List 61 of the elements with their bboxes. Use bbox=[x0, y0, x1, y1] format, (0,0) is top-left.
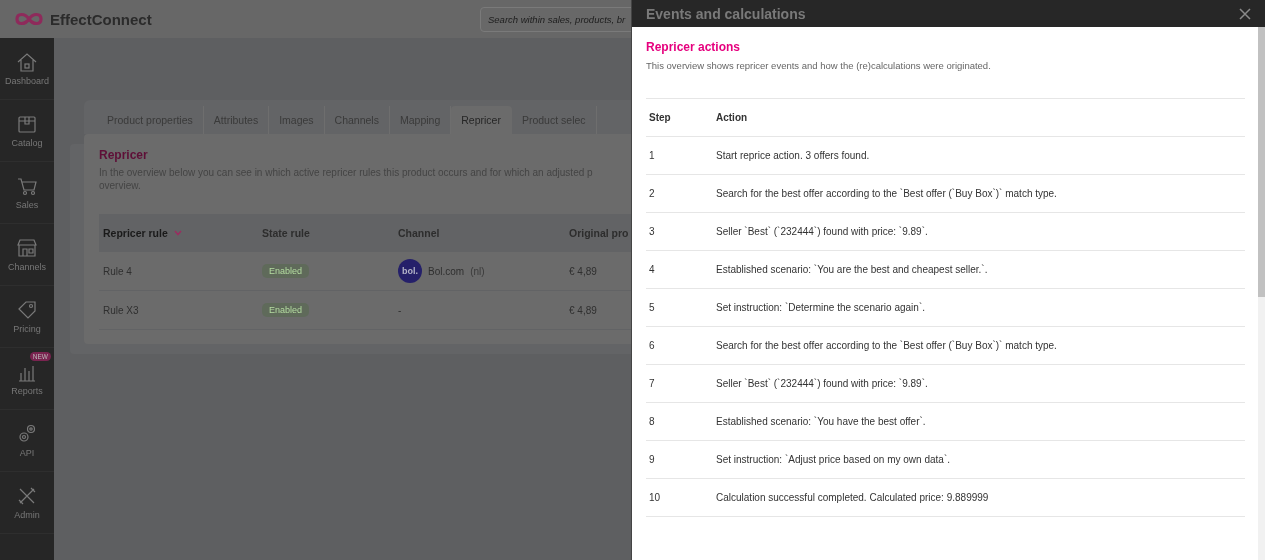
sidebar-label[interactable]: Catalog bbox=[11, 138, 43, 148]
status-badge: Enabled bbox=[262, 303, 310, 317]
step-number: 6 bbox=[649, 340, 655, 351]
store-icon bbox=[16, 237, 38, 259]
section-description: This overview shows repricer events and how the (re)calculations were originated. bbox=[646, 60, 992, 71]
step-number: 8 bbox=[649, 416, 655, 427]
column-header: Action bbox=[716, 112, 748, 123]
step-number: 4 bbox=[649, 264, 655, 275]
action-text: Seller `Best` (`232444`) found with price: `9.89`. bbox=[716, 378, 928, 389]
action-text: Start reprice action. 3 offers found. bbox=[716, 150, 870, 161]
action-text: Search for the best offer according to the `Best offer (`Buy Box`)` match type. bbox=[716, 340, 1057, 351]
action-text: Calculation successful completed. Calculated price: 9.889999 bbox=[716, 492, 989, 503]
column-header: Step bbox=[649, 112, 671, 123]
close-icon[interactable] bbox=[1239, 7, 1251, 20]
column-header[interactable]: State rule bbox=[262, 227, 310, 239]
action-text: Set instruction: `Determine the scenario again`. bbox=[716, 302, 925, 313]
infinity-logo-icon bbox=[14, 11, 44, 27]
action-text: Established scenario: `You are the best and cheapest seller.`. bbox=[716, 264, 988, 275]
channel-name: Bol.com bbox=[428, 265, 465, 277]
brand-name: EffectConnect bbox=[50, 10, 152, 28]
action-text: Seller `Best` (`232444`) found with price: `9.89`. bbox=[716, 226, 928, 237]
step-number: 1 bbox=[649, 150, 655, 161]
drawer-title: Events and calculations bbox=[646, 5, 806, 22]
table-cell: Rule 4 bbox=[103, 265, 132, 277]
search-field[interactable]: Search within sales, products, br bbox=[480, 6, 631, 32]
column-header[interactable]: Original pro bbox=[569, 227, 629, 239]
action-text: Established scenario: `You have the best offer`. bbox=[716, 416, 926, 427]
channel-logo: bol. bbox=[398, 259, 422, 283]
step-number: 2 bbox=[649, 188, 655, 199]
column-header[interactable]: Channel bbox=[398, 227, 440, 239]
sidebar-label[interactable]: Dashboard bbox=[5, 76, 49, 86]
table-cell: - bbox=[398, 304, 402, 316]
step-number: 10 bbox=[649, 492, 661, 503]
sidebar-label[interactable]: Sales bbox=[15, 200, 39, 210]
column-header[interactable]: Repricer rule bbox=[103, 227, 168, 239]
table-cell: Rule X3 bbox=[103, 304, 139, 316]
step-number: 9 bbox=[649, 454, 655, 465]
sort-chevron-icon bbox=[173, 230, 182, 236]
step-number: 5 bbox=[649, 302, 655, 313]
tag-icon bbox=[16, 299, 38, 321]
status-badge: Enabled bbox=[262, 264, 310, 278]
sidebar-label[interactable]: Reports bbox=[11, 386, 43, 396]
step-number: 7 bbox=[649, 378, 655, 389]
sidebar-label[interactable]: Admin bbox=[14, 510, 40, 520]
section-title: Repricer actions bbox=[646, 40, 742, 54]
table-cell: € 4,89 bbox=[569, 304, 597, 316]
card-title: Repricer bbox=[99, 148, 149, 162]
action-text: Search for the best offer according to the `Best offer (`Buy Box`)` match type. bbox=[716, 188, 1057, 199]
tab[interactable]: Repricer bbox=[451, 106, 512, 134]
step-number: 3 bbox=[649, 226, 655, 237]
action-text: Set instruction: `Adjust price based on my own data`. bbox=[716, 454, 950, 465]
house-icon bbox=[16, 51, 38, 73]
table-cell: € 4,89 bbox=[569, 265, 597, 277]
scrollbar[interactable] bbox=[1258, 27, 1265, 560]
tools-icon bbox=[16, 485, 38, 507]
cart-icon bbox=[16, 175, 38, 197]
sidebar-label[interactable]: Channels bbox=[8, 262, 46, 272]
gears-icon bbox=[16, 423, 38, 445]
sidebar-label[interactable]: Pricing bbox=[13, 324, 41, 334]
box-icon bbox=[16, 113, 38, 135]
sidebar-label[interactable]: API bbox=[19, 448, 35, 458]
